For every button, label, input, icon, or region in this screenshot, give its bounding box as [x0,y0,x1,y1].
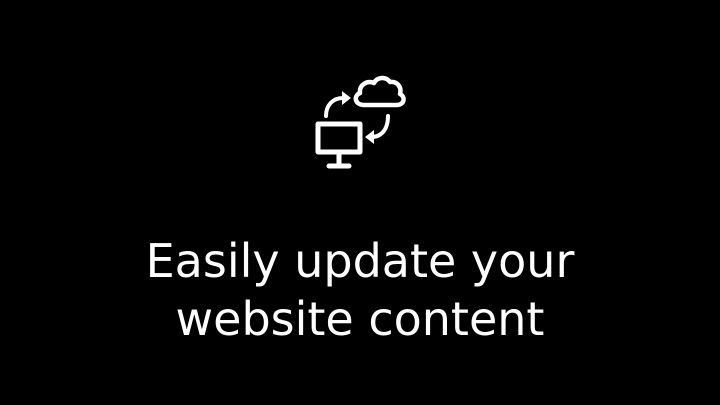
headline-line-2: website content [175,292,545,346]
computer-cloud-sync-icon [312,72,412,172]
headline-line-1: Easily update your [145,234,575,288]
headline: Easily update your website content [0,232,720,348]
slide: Easily update your website content [0,0,720,405]
